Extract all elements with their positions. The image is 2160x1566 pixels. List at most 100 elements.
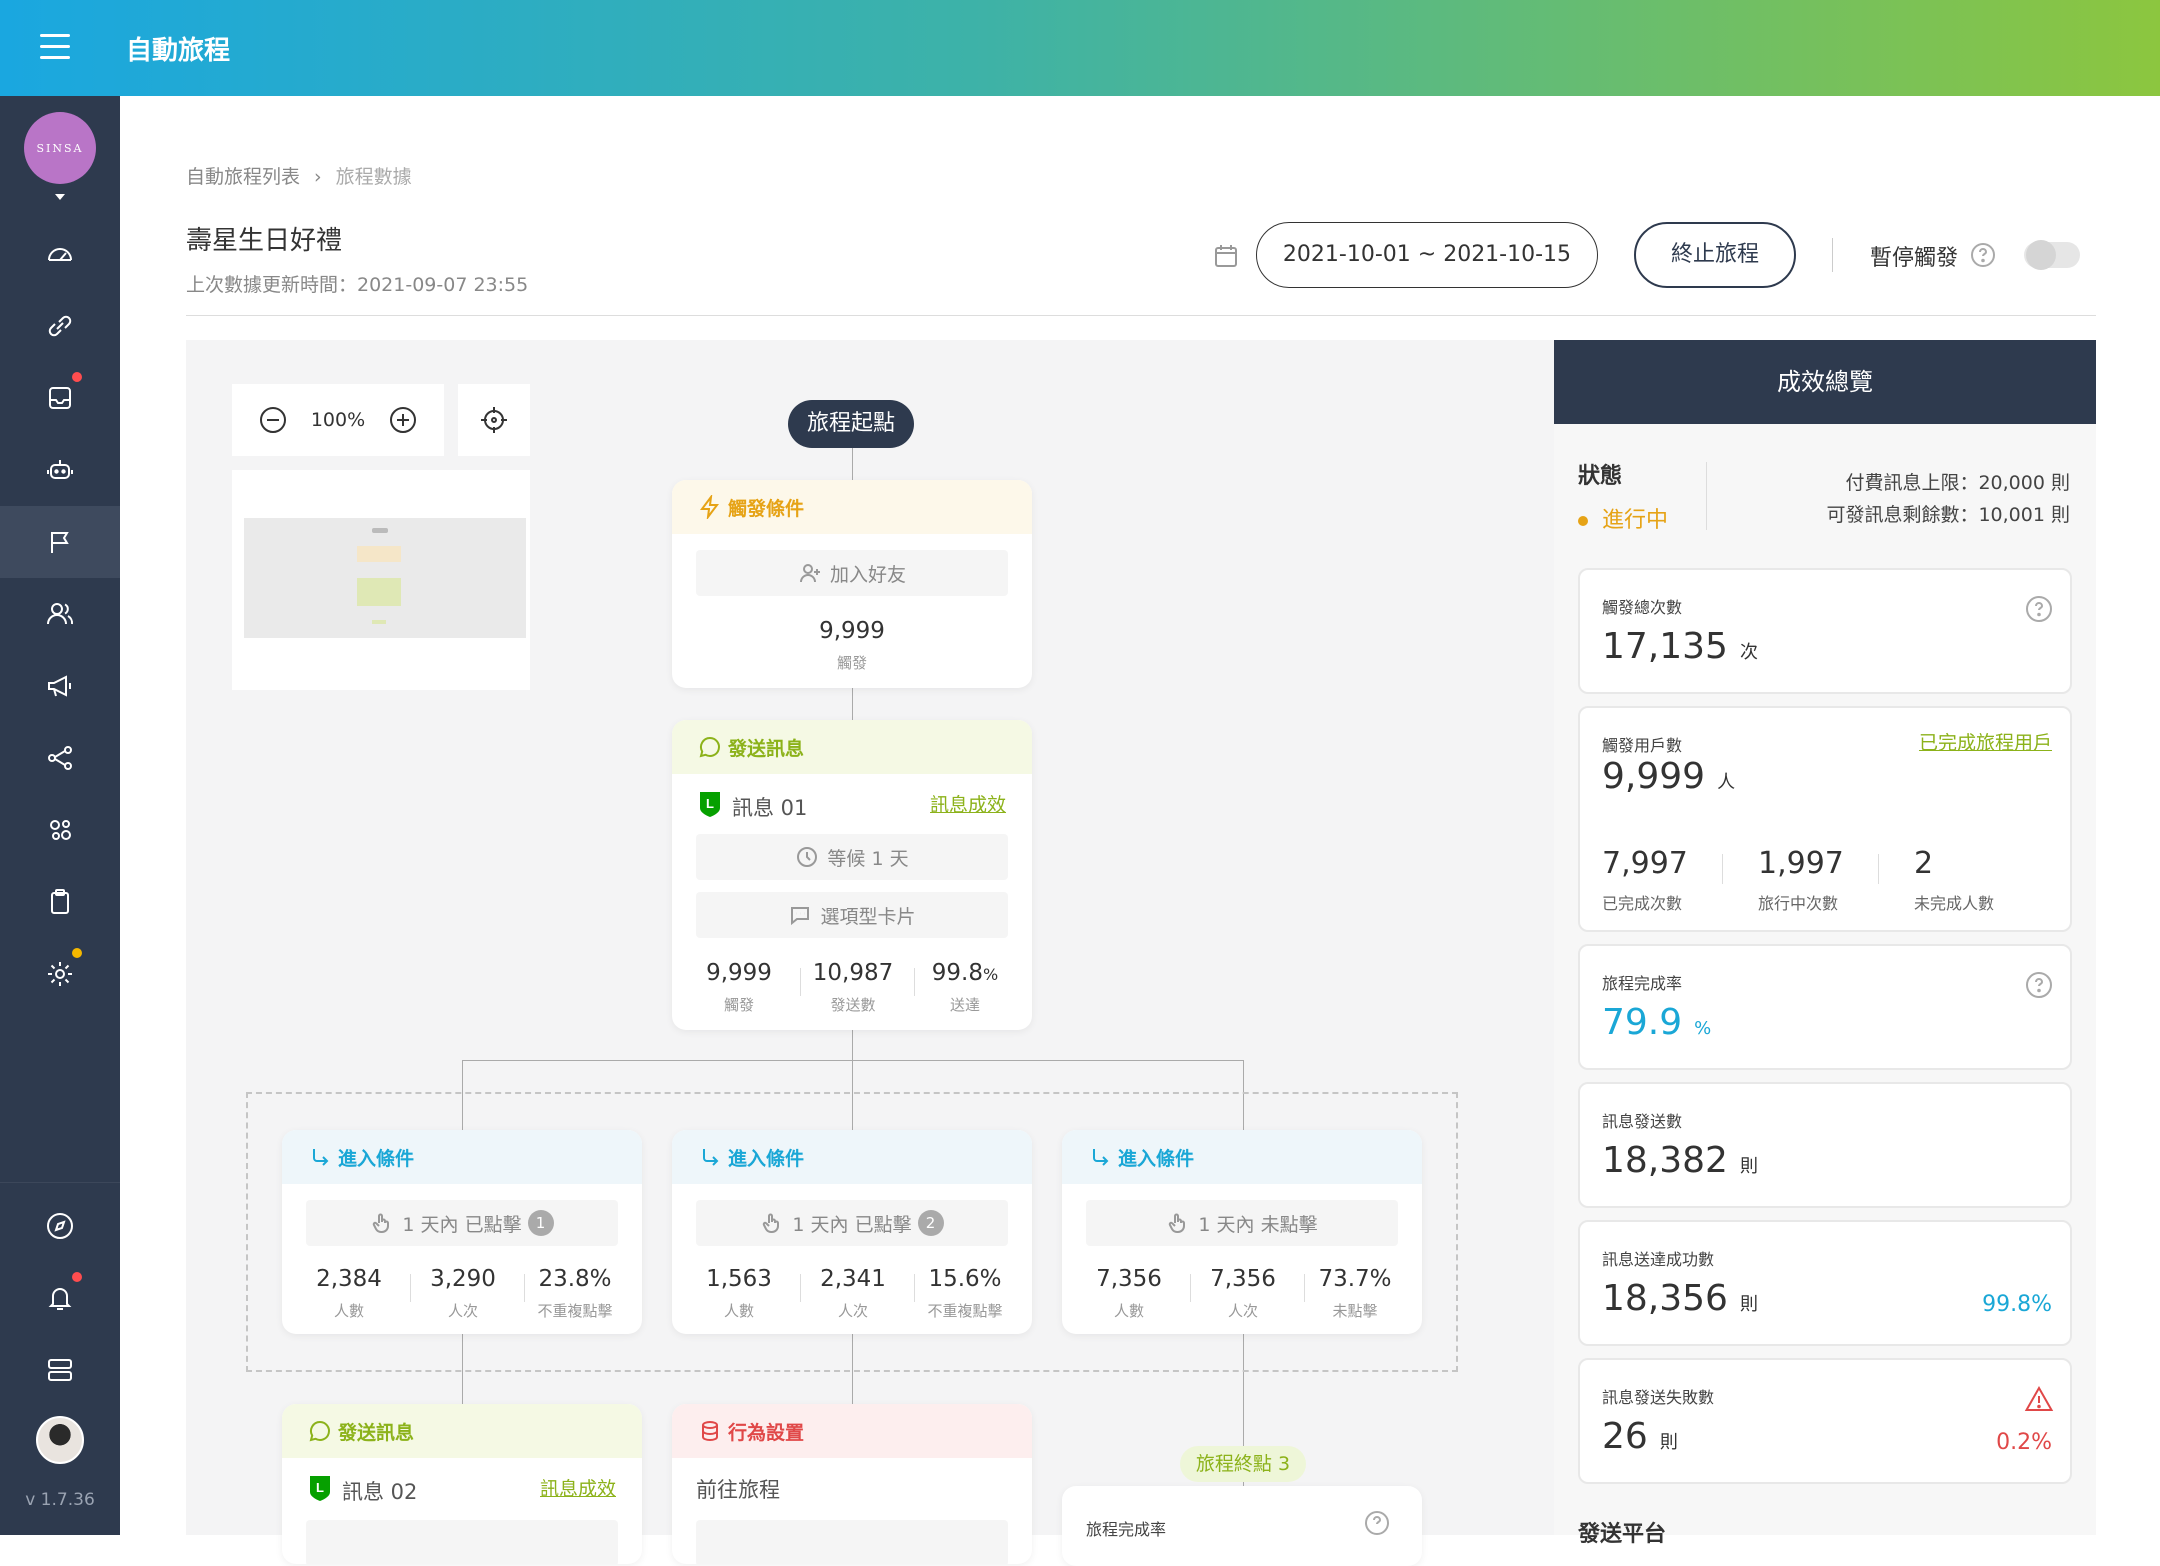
svg-text:L: L bbox=[316, 1480, 324, 1495]
stat-card-trigger-total: 觸發總次數 17,135 次 bbox=[1578, 568, 2072, 694]
notification-dot bbox=[72, 948, 82, 958]
divider bbox=[186, 315, 2096, 316]
stat-label: 人次 bbox=[1227, 1302, 1258, 1320]
users-icon bbox=[47, 603, 74, 625]
chat-bubble-icon bbox=[699, 736, 720, 758]
chat-bubble-icon bbox=[791, 907, 810, 926]
stat-value: 7,356 bbox=[1210, 1266, 1276, 1292]
flag-icon bbox=[51, 532, 69, 553]
stat-label: 訊息發送失敗數 bbox=[1602, 1388, 1715, 1407]
trigger-card[interactable]: 觸發條件 加入好友 9,999 觸發 bbox=[672, 480, 1032, 688]
branch-condition-card[interactable]: 進入條件 1 天內 已點擊 2 1,563 人數 2,341 人次 15.6% 不重複點擊 bbox=[672, 1130, 1032, 1334]
breadcrumb: 自動旅程列表 › 旅程數據 bbox=[186, 162, 412, 189]
stat-value: 9,999 bbox=[706, 960, 772, 986]
stat-label: 不重複點擊 bbox=[537, 1302, 613, 1320]
stat-label: 人次 bbox=[447, 1302, 478, 1320]
branch-condition-card[interactable]: 進入條件 1 天內 未點擊 7,356 人數 7,356 人次 73.7% 未點擊 bbox=[1062, 1130, 1422, 1334]
crosshair-icon bbox=[481, 407, 507, 433]
pause-trigger-toggle[interactable] bbox=[2024, 240, 2080, 270]
sidebar-item-dashboard[interactable] bbox=[0, 218, 120, 290]
stat-label: 訊息發送數 bbox=[1602, 1112, 1683, 1131]
sidebar-item-segments[interactable] bbox=[0, 794, 120, 866]
journey-start-node[interactable]: 旅程起點 bbox=[788, 400, 914, 448]
sidebar-item-members[interactable] bbox=[0, 578, 120, 650]
help-icon[interactable] bbox=[1364, 1510, 1390, 1536]
megaphone-icon bbox=[48, 675, 71, 697]
chevron-down-icon[interactable] bbox=[55, 194, 65, 200]
share-icon bbox=[48, 746, 72, 770]
sidebar-item-server[interactable] bbox=[0, 1334, 120, 1406]
end-completion-label: 旅程完成率 bbox=[1086, 1520, 1167, 1539]
gauge-icon bbox=[48, 248, 72, 261]
trigger-condition: 加入好友 bbox=[696, 550, 1008, 596]
sidebar-item-inbox[interactable] bbox=[0, 362, 120, 434]
sidebar-item-broadcast[interactable] bbox=[0, 650, 120, 722]
help-icon[interactable] bbox=[2024, 970, 2054, 1000]
stat-value: 1,563 bbox=[706, 1266, 772, 1292]
calendar-icon[interactable] bbox=[1212, 242, 1240, 270]
zoom-in-icon[interactable] bbox=[388, 405, 418, 435]
end-card[interactable]: 旅程完成率 bbox=[1062, 1486, 1422, 1566]
breakdown-value: 2 bbox=[1914, 846, 1934, 881]
stat-value: 2,341 bbox=[820, 1266, 886, 1292]
clock-icon bbox=[797, 847, 818, 867]
connector-line bbox=[852, 688, 853, 720]
action-card[interactable]: 行為設置 前往旅程 bbox=[672, 1404, 1032, 1564]
journey-end-node[interactable]: 旅程終點 3 bbox=[1180, 1446, 1306, 1482]
stat-card-trigger-users: 觸發用戶數 已完成旅程用戶 9,999 人 7,997 已完成次數 1,997 旅… bbox=[1578, 706, 2072, 932]
stat-value: 23.8% bbox=[538, 1266, 612, 1292]
breadcrumb-current: 旅程數據 bbox=[335, 166, 412, 188]
stat-value: 26 則 bbox=[1602, 1416, 1678, 1457]
sidebar-item-journey[interactable] bbox=[0, 506, 120, 578]
stop-journey-button[interactable]: 終止旅程 bbox=[1634, 222, 1796, 288]
top-bar: 自動旅程 bbox=[0, 0, 2160, 96]
sidebar-item-network[interactable] bbox=[0, 722, 120, 794]
wait-step bbox=[306, 1520, 618, 1564]
message-quota: 付費訊息上限：20,000 則 bbox=[1845, 472, 2070, 494]
stat-value: 3,290 bbox=[430, 1266, 496, 1292]
compass-icon bbox=[47, 1213, 73, 1239]
menu-icon[interactable] bbox=[40, 34, 70, 60]
stat-value: 18,356 則 bbox=[1602, 1278, 1758, 1319]
stat-card-delivered: 訊息送達成功數 18,356 則 99.8% bbox=[1578, 1220, 2072, 1346]
breadcrumb-parent[interactable]: 自動旅程列表 bbox=[186, 166, 300, 188]
breakdown-label: 旅行中次數 bbox=[1758, 894, 1839, 913]
message-card[interactable]: 發送訊息 L 訊息 01 訊息成效 等候 1 天 選項型卡片 9,999 觸發 … bbox=[672, 720, 1032, 1030]
date-range-picker[interactable]: 2021-10-01 ~ 2021-10-15 bbox=[1256, 222, 1598, 288]
delivered-pct: 99.8% bbox=[1982, 1292, 2052, 1317]
stat-label: 人數 bbox=[723, 1302, 754, 1320]
brand-logo[interactable]: SINSA bbox=[24, 112, 96, 184]
avatar[interactable] bbox=[36, 1416, 84, 1464]
help-icon[interactable] bbox=[2024, 594, 2054, 624]
branch-condition-card[interactable]: 進入條件 1 天內 已點擊 1 2,384 人數 3,290 人次 23.8% 不重複點擊 bbox=[282, 1130, 642, 1334]
chat-bubble-icon bbox=[309, 1420, 330, 1442]
perf-panel-title: 成效總覽 bbox=[1554, 340, 2096, 424]
message-performance-link[interactable]: 訊息成效 bbox=[540, 1474, 616, 1501]
message-card[interactable]: 發送訊息 L 訊息 02 訊息成效 bbox=[282, 1404, 642, 1564]
sidebar-item-reports[interactable] bbox=[0, 866, 120, 938]
stat-label: 人數 bbox=[1113, 1302, 1144, 1320]
message-name: 訊息 01 bbox=[732, 796, 808, 820]
sidebar: SINSA v 1.7.36 bbox=[0, 96, 120, 1535]
trigger-count-label: 觸發 bbox=[836, 654, 867, 672]
last-updated: 上次數據更新時間：2021-09-07 23:55 bbox=[186, 274, 529, 296]
server-icon bbox=[48, 1359, 72, 1381]
connector-line bbox=[462, 1060, 1244, 1061]
stat-label: 觸發用戶數 bbox=[1602, 736, 1683, 755]
add-friend-icon bbox=[799, 564, 820, 583]
message-remaining: 可發訊息剩餘數：10,001 則 bbox=[1826, 504, 2070, 526]
zoom-out-icon[interactable] bbox=[258, 405, 288, 435]
sidebar-item-notifications[interactable] bbox=[0, 1262, 120, 1334]
sidebar-item-explore[interactable] bbox=[0, 1190, 120, 1262]
zoom-level: 100% bbox=[310, 409, 366, 431]
recenter-button[interactable] bbox=[458, 384, 530, 456]
minimap[interactable] bbox=[232, 470, 530, 690]
sidebar-item-integrations[interactable] bbox=[0, 290, 120, 362]
sidebar-item-settings[interactable] bbox=[0, 938, 120, 1010]
help-icon[interactable] bbox=[1970, 242, 1996, 268]
message-performance-link[interactable]: 訊息成效 bbox=[930, 790, 1006, 817]
branch-card-header: 進入條件 bbox=[282, 1130, 642, 1184]
completed-users-link[interactable]: 已完成旅程用戶 bbox=[1910, 728, 2052, 755]
status-badge: 進行中 bbox=[1578, 502, 1668, 534]
sidebar-item-bot[interactable] bbox=[0, 434, 120, 506]
